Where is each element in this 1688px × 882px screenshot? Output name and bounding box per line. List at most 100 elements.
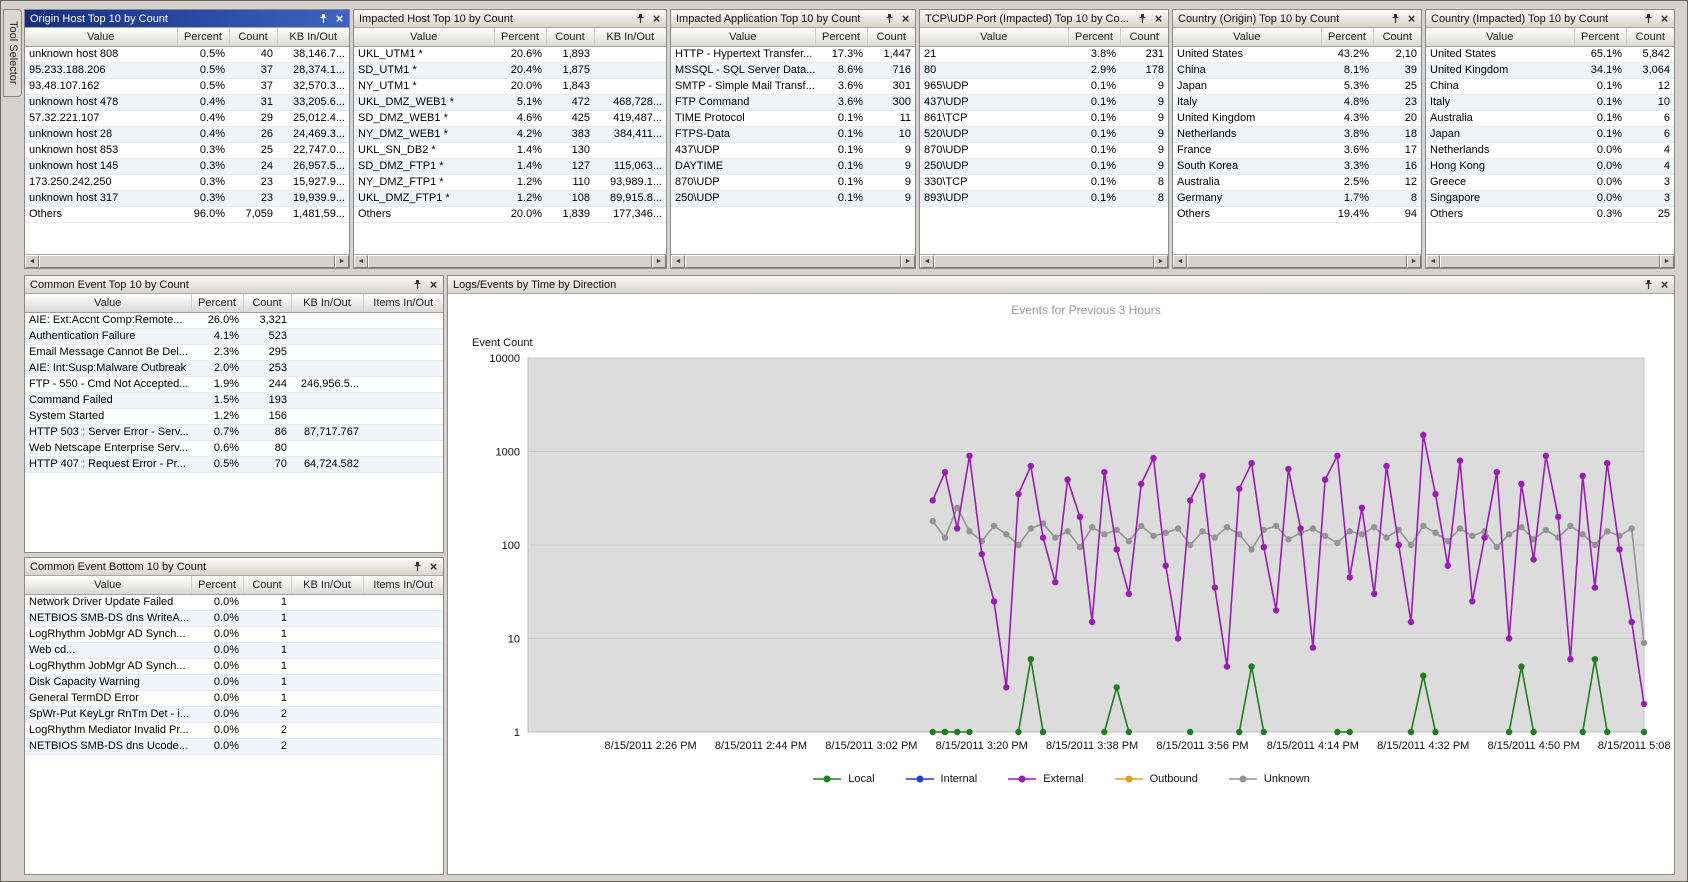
panel-titlebar[interactable]: TCP\UDP Port (Impacted) Top 10 by Co... …: [920, 10, 1168, 28]
column-header[interactable]: KB In/Out: [277, 28, 349, 46]
table-row[interactable]: South Korea3.3%16: [1173, 158, 1421, 174]
column-header[interactable]: KB In/Out: [291, 576, 363, 594]
scroll-right-arrow-icon[interactable]: ►: [1154, 255, 1168, 268]
table-row[interactable]: Italy4.8%23: [1173, 94, 1421, 110]
table-row[interactable]: LogRhythm Mediator Invalid Pr...0.0%2: [25, 722, 443, 738]
column-header[interactable]: Count: [229, 28, 277, 46]
table-row[interactable]: Australia0.1%6: [1426, 110, 1674, 126]
table-row[interactable]: Command Failed1.5%193: [25, 392, 443, 408]
legend-item-unknown[interactable]: Unknown: [1228, 773, 1310, 785]
table-row[interactable]: United States43.2%2,10: [1173, 46, 1421, 62]
pin-icon[interactable]: [1389, 12, 1402, 25]
table-row[interactable]: System Started1.2%156: [25, 408, 443, 424]
table-row[interactable]: unknown host 280.4%2624,469.3...: [25, 126, 349, 142]
table-row[interactable]: FTP Command3.6%300: [671, 94, 915, 110]
table-row[interactable]: unknown host 3170.3%2319,939.9...: [25, 190, 349, 206]
column-header[interactable]: Items In/Out: [363, 294, 443, 312]
pin-icon[interactable]: [1642, 278, 1655, 291]
column-header[interactable]: Count: [1373, 28, 1421, 46]
scroll-thumb[interactable]: [1187, 255, 1407, 268]
table-row[interactable]: SD_DMZ_WEB1 *4.6%425419,487...: [354, 110, 666, 126]
column-header[interactable]: Value: [920, 28, 1068, 46]
table-row[interactable]: NY_UTM1 *20.0%1,843: [354, 78, 666, 94]
pin-icon[interactable]: [411, 560, 424, 573]
table-row[interactable]: TIME Protocol0.1%11: [671, 110, 915, 126]
panel-titlebar[interactable]: Common Event Bottom 10 by Count ×: [25, 558, 443, 576]
column-header[interactable]: Count: [243, 294, 291, 312]
table-row[interactable]: Disk Capacity Warning0.0%1: [25, 674, 443, 690]
table-row[interactable]: Others20.0%1,839177,346...: [354, 206, 666, 222]
table-row[interactable]: Italy0.1%10: [1426, 94, 1674, 110]
scroll-right-arrow-icon[interactable]: ►: [335, 255, 349, 268]
table-row[interactable]: 870\UDP0.1%9: [920, 142, 1168, 158]
close-icon[interactable]: ×: [1405, 12, 1418, 25]
table-row[interactable]: United Kingdom34.1%3,064: [1426, 62, 1674, 78]
table-row[interactable]: NY_DMZ_FTP1 *1.2%11093,989.1...: [354, 174, 666, 190]
table-row[interactable]: 173.250.242.2500.3%2315,927.9...: [25, 174, 349, 190]
table-row[interactable]: 93.48.107.1620.5%3732,570.3...: [25, 78, 349, 94]
table-row[interactable]: UKL_UTM1 *20.6%1,893: [354, 46, 666, 62]
column-header[interactable]: Items In/Out: [363, 576, 443, 594]
table-row[interactable]: 802.9%178: [920, 62, 1168, 78]
horizontal-scrollbar[interactable]: ◄ ►: [1173, 254, 1421, 268]
table-row[interactable]: NETBIOS SMB-DS dns WriteA...0.0%1: [25, 610, 443, 626]
table-row[interactable]: HTTP 503 : Server Error - Serv...0.7%868…: [25, 424, 443, 440]
table-row[interactable]: France3.6%17: [1173, 142, 1421, 158]
scroll-right-arrow-icon[interactable]: ►: [901, 255, 915, 268]
horizontal-scrollbar[interactable]: ◄ ►: [1426, 254, 1674, 268]
column-header[interactable]: Percent: [494, 28, 546, 46]
table-row[interactable]: FTP - 550 - Cmd Not Accepted...1.9%24424…: [25, 376, 443, 392]
table-row[interactable]: General TermDD Error0.0%1: [25, 690, 443, 706]
column-header[interactable]: KB In/Out: [291, 294, 363, 312]
table-row[interactable]: Greece0.0%3: [1426, 174, 1674, 190]
horizontal-scrollbar[interactable]: ◄ ►: [671, 254, 915, 268]
table-row[interactable]: 870\UDP0.1%9: [671, 174, 915, 190]
legend-item-outbound[interactable]: Outbound: [1114, 773, 1198, 785]
close-icon[interactable]: ×: [333, 12, 346, 25]
table-row[interactable]: DAYTIME0.1%9: [671, 158, 915, 174]
table-row[interactable]: Authentication Failure4.1%523: [25, 328, 443, 344]
table-row[interactable]: China8.1%39: [1173, 62, 1421, 78]
close-icon[interactable]: ×: [427, 560, 440, 573]
table-row[interactable]: SD_DMZ_FTP1 *1.4%127115,063...: [354, 158, 666, 174]
horizontal-scrollbar[interactable]: ◄ ►: [354, 254, 666, 268]
close-icon[interactable]: ×: [1658, 12, 1671, 25]
scroll-thumb[interactable]: [685, 255, 901, 268]
table-row[interactable]: unknown host 1450.3%2426,957.5...: [25, 158, 349, 174]
table-row[interactable]: AIE: Ext:Accnt Comp:Remote...26.0%3,321: [25, 312, 443, 328]
table-row[interactable]: Email Message Cannot Be Del...2.3%295: [25, 344, 443, 360]
table-row[interactable]: SD_UTM1 *20.4%1,875: [354, 62, 666, 78]
table-row[interactable]: United States65.1%5,842: [1426, 46, 1674, 62]
table-row[interactable]: Germany1.7%8: [1173, 190, 1421, 206]
table-row[interactable]: Others19.4%94: [1173, 206, 1421, 222]
legend-item-local[interactable]: Local: [812, 773, 874, 785]
scroll-thumb[interactable]: [368, 255, 652, 268]
scroll-right-arrow-icon[interactable]: ►: [1660, 255, 1674, 268]
scroll-right-arrow-icon[interactable]: ►: [652, 255, 666, 268]
column-header[interactable]: Value: [25, 28, 177, 46]
table-row[interactable]: Singapore0.0%3: [1426, 190, 1674, 206]
table-row[interactable]: 213.8%231: [920, 46, 1168, 62]
close-icon[interactable]: ×: [650, 12, 663, 25]
panel-titlebar[interactable]: Logs/Events by Time by Direction ×: [448, 276, 1674, 294]
table-row[interactable]: UKL_SN_DB2 *1.4%130: [354, 142, 666, 158]
table-row[interactable]: 330\TCP0.1%8: [920, 174, 1168, 190]
table-row[interactable]: Hong Kong0.0%4: [1426, 158, 1674, 174]
column-header[interactable]: Value: [25, 576, 191, 594]
column-header[interactable]: Percent: [1068, 28, 1120, 46]
table-row[interactable]: AIE: Int:Susp:Malware Outbreak2.0%253: [25, 360, 443, 376]
table-row[interactable]: 861\TCP0.1%9: [920, 110, 1168, 126]
table-row[interactable]: United Kingdom4.3%20: [1173, 110, 1421, 126]
column-header[interactable]: KB In/Out: [594, 28, 666, 46]
table-row[interactable]: Network Driver Update Failed0.0%1: [25, 594, 443, 610]
scroll-left-arrow-icon[interactable]: ◄: [1173, 255, 1187, 268]
column-header[interactable]: Count: [1120, 28, 1168, 46]
close-icon[interactable]: ×: [1658, 278, 1671, 291]
table-row[interactable]: 57.32.221.1070.4%2925,012.4...: [25, 110, 349, 126]
table-row[interactable]: 965\UDP0.1%9: [920, 78, 1168, 94]
legend-item-external[interactable]: External: [1007, 773, 1083, 785]
column-header[interactable]: Percent: [1574, 28, 1626, 46]
table-row[interactable]: Japan5.3%25: [1173, 78, 1421, 94]
panel-titlebar[interactable]: Country (Origin) Top 10 by Count ×: [1173, 10, 1421, 28]
column-header[interactable]: Percent: [191, 576, 243, 594]
